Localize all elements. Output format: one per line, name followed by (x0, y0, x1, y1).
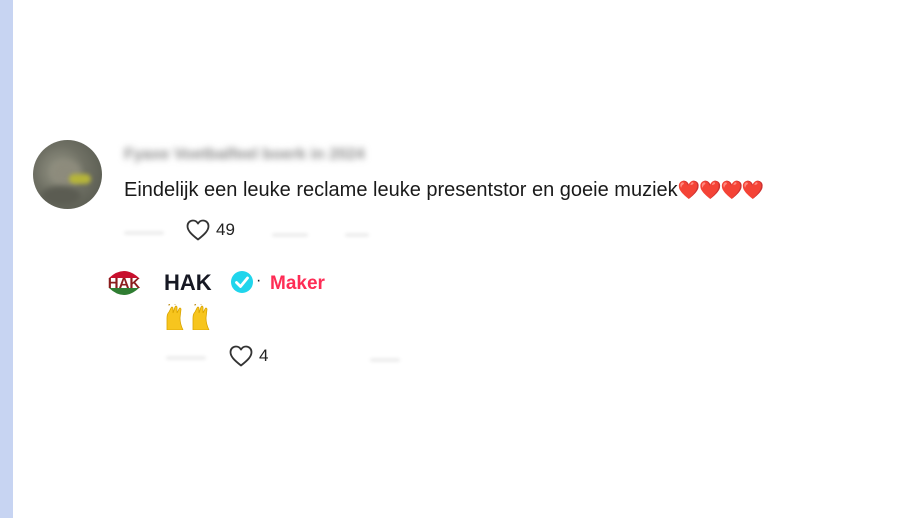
commenter-avatar[interactable] (33, 140, 102, 209)
comment-body: Eindelijk een leuke reclame leuke presen… (124, 179, 678, 201)
verified-check-icon (230, 270, 254, 299)
blurred-action (345, 233, 369, 237)
blurred-timestamp-reply (166, 356, 206, 360)
commenter-username[interactable]: Fyaxe Voetbalfeel boerk in 2024 (124, 146, 474, 164)
hak-logo-avatar[interactable]: HAK (104, 266, 144, 300)
logo-text: HAK (108, 275, 141, 292)
reply-like-count: 4 (259, 346, 269, 365)
blurred-action-reply (370, 358, 400, 362)
comment-like-button[interactable]: 49 (186, 219, 235, 241)
heart-outline-icon (229, 345, 253, 367)
reply-author-name[interactable]: HAK (164, 268, 212, 298)
comment-text: Eindelijk een leuke reclame leuke presen… (124, 176, 765, 204)
blurred-reply-link (272, 233, 308, 237)
left-edge-stripe (0, 0, 13, 518)
separator-dot: · (256, 272, 262, 289)
creator-badge: Maker (270, 273, 325, 294)
reply-like-button[interactable]: 4 (229, 345, 268, 367)
comment-like-count: 49 (216, 220, 235, 239)
heart-outline-icon (186, 219, 210, 241)
heart-emojis: ❤️❤️❤️❤️ (677, 180, 765, 200)
blurred-timestamp (124, 231, 164, 235)
raising-hands-emoji-icon (163, 301, 213, 335)
